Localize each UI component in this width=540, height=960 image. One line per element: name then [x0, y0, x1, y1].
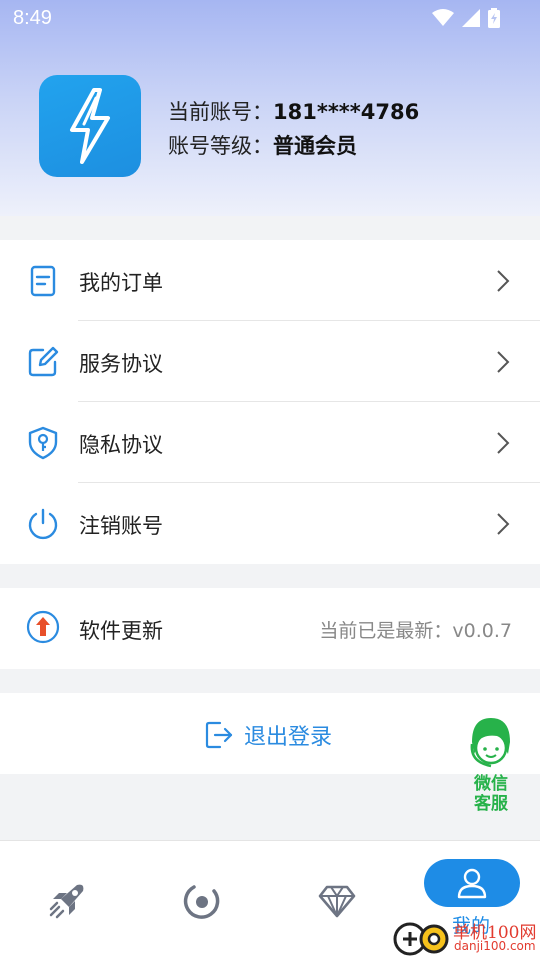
menu-item-orders[interactable]: 我的订单 [0, 240, 540, 321]
rocket-icon[interactable] [47, 881, 87, 921]
shield-key-icon [28, 426, 58, 460]
logout-label: 退出登录 [244, 725, 333, 750]
diamond-icon[interactable] [317, 881, 357, 921]
watermark-url: danji100.com [454, 939, 536, 953]
battery-icon [488, 8, 500, 28]
watermark-logo-icon [393, 922, 449, 956]
edit-icon [28, 346, 59, 377]
customer-service-avatar-icon [470, 718, 510, 768]
power-icon [28, 508, 58, 540]
chevron-right-icon [497, 432, 510, 454]
menu-item-service-agreement[interactable]: 服务协议 [0, 321, 540, 402]
orbit-icon[interactable] [182, 881, 222, 921]
tab-mine[interactable] [424, 859, 520, 907]
menu-item-label: 服务协议 [79, 352, 163, 376]
menu-item-label: 软件更新 [79, 619, 163, 643]
menu-card: 我的订单 服务协议 隐私协议 注销账号 [0, 240, 540, 564]
menu-item-label: 我的订单 [79, 271, 163, 295]
logout-button[interactable]: 退出登录 [204, 719, 332, 751]
version-status: 当前已是最新：v0.0.7 [319, 620, 512, 642]
level-value: 普通会员 [273, 134, 357, 158]
wechat-service-button[interactable]: 微信 客服 [458, 714, 524, 814]
status-time: 8:49 [13, 7, 52, 29]
site-watermark: 单机100网 danji100.com [390, 915, 540, 960]
lightning-icon [70, 88, 110, 164]
update-card: 软件更新 当前已是最新：v0.0.7 [0, 588, 540, 669]
chevron-right-icon [497, 270, 510, 292]
order-doc-icon [30, 265, 56, 297]
user-icon [457, 868, 487, 899]
profile-header: 8:49 当前账号：181****4786 账号等级：普通会员 [0, 0, 540, 216]
wifi-icon [432, 9, 454, 26]
chevron-right-icon [497, 513, 510, 535]
menu-item-label: 隐私协议 [79, 433, 163, 457]
app-logo [39, 75, 141, 177]
signal-icon [462, 9, 480, 27]
account-value: 181****4786 [273, 100, 420, 124]
status-bar: 8:49 [0, 0, 540, 36]
menu-item-privacy-agreement[interactable]: 隐私协议 [0, 402, 540, 483]
account-label: 当前账号： [168, 100, 273, 124]
chevron-right-icon [497, 351, 510, 373]
logout-icon [205, 721, 233, 749]
update-arrow-icon [26, 610, 60, 644]
menu-item-label: 注销账号 [79, 514, 163, 538]
service-label-line2: 客服 [474, 794, 508, 814]
level-line: 账号等级：普通会员 [168, 130, 357, 160]
account-line: 当前账号：181****4786 [168, 96, 419, 126]
menu-item-software-update[interactable]: 软件更新 当前已是最新：v0.0.7 [0, 588, 540, 669]
level-label: 账号等级： [168, 134, 273, 158]
status-icons [432, 8, 500, 28]
menu-item-delete-account[interactable]: 注销账号 [0, 483, 540, 564]
service-label-line1: 微信 [474, 774, 508, 794]
